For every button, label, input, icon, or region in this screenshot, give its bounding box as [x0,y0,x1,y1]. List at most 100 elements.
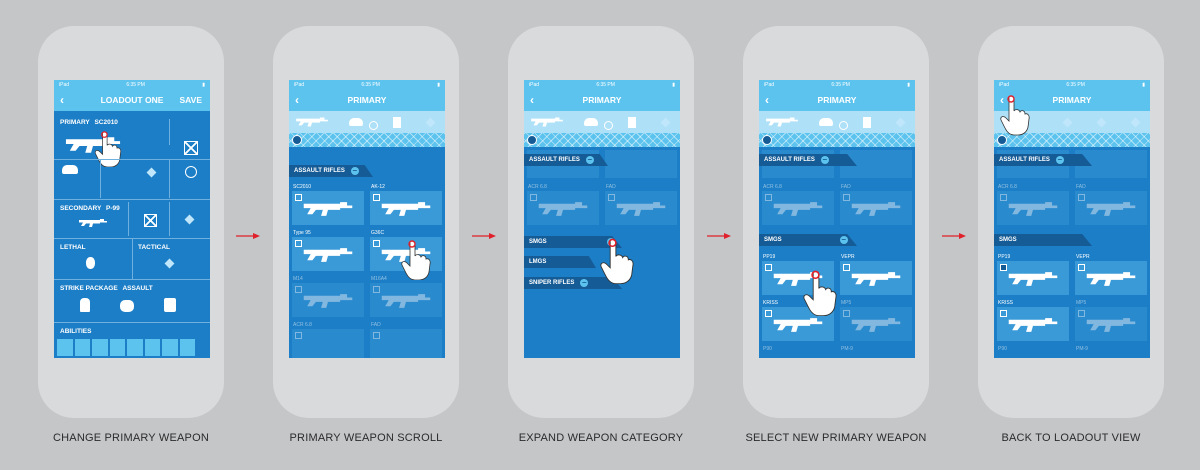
locked-weapon-card[interactable] [292,283,364,317]
crosshair-filter-icon[interactable] [604,121,613,130]
primary-section[interactable]: PRIMARY SC2010 [54,111,210,200]
locked-weapon-card[interactable] [840,191,912,225]
category-header[interactable]: ASSAULT RIFLES – [524,154,608,166]
weapon-label: Type 95 [293,230,311,236]
locked-weapon-card[interactable] [1075,191,1147,225]
grenade-icon[interactable] [86,257,95,269]
weapon-card[interactable] [1075,261,1147,295]
caption-1: CHANGE PRIMARY WEAPON [53,432,209,444]
locked-weapon-card[interactable] [762,191,834,225]
ability-slots [57,339,195,356]
weapon-card[interactable] [840,261,912,295]
expand-icon[interactable]: – [580,279,589,287]
ability-slot[interactable] [74,339,90,356]
locked-weapon-card[interactable] [605,150,677,178]
crosshair-icon[interactable] [185,166,197,178]
sight-filter-icon[interactable] [584,118,598,126]
back-arrow-icon[interactable]: ‹ [295,93,299,107]
battery-icon: ▮ [437,81,440,88]
category-header[interactable]: ASSAULT RIFLES – [994,154,1092,166]
ability-slot[interactable] [92,339,108,356]
carrier-label: iPad [294,81,305,88]
collapse-icon[interactable]: – [1055,156,1064,164]
back-arrow-icon[interactable]: ‹ [530,93,534,107]
weapon-filter-icon[interactable] [295,115,329,129]
battery-icon: ▮ [202,81,205,88]
locked-weapon-card[interactable] [840,307,912,341]
weapon-card[interactable] [370,191,442,225]
weapon-label: PM-9 [1076,346,1088,352]
secondary-weapon-icon[interactable] [78,214,108,232]
none-icon[interactable] [527,135,537,145]
ability-slot[interactable] [162,339,178,356]
collapse-icon[interactable]: – [350,167,359,175]
tap-hand-icon [1000,94,1030,136]
locked-weapon-card[interactable] [997,191,1069,225]
tap-hand-icon [600,238,634,284]
attachment-slot-icon[interactable] [184,141,198,155]
crosshair-filter-icon[interactable] [839,121,848,130]
weapon-label: KRISS [763,300,779,306]
none-icon[interactable] [292,135,302,145]
collapse-icon[interactable]: – [820,156,829,164]
ability-slot[interactable] [179,339,195,356]
locked-weapon-card[interactable] [527,191,599,225]
sight-filter-icon[interactable] [349,118,363,126]
weapon-filter-icon[interactable] [765,115,799,129]
weapon-label: FAD [606,184,616,190]
grip-filter-icon[interactable] [393,117,401,128]
category-label: ASSAULT RIFLES [999,157,1050,163]
weapon-card[interactable] [997,307,1069,341]
category-header[interactable]: ASSAULT RIFLES – [289,165,373,177]
category-header[interactable]: ASSAULT RIFLES – [759,154,857,166]
locked-weapon-card[interactable] [605,191,677,225]
time-label: 6:35 PM [831,81,850,88]
soldier-icon[interactable] [80,298,90,312]
category-header-smgs[interactable]: SMGS – [759,234,857,246]
weapon-label: KRISS [998,300,1014,306]
none-icon[interactable] [997,135,1007,145]
ability-slot[interactable] [57,339,73,356]
dog-icon[interactable] [120,300,134,312]
battery-icon: ▮ [907,81,910,88]
crosshair-filter-icon[interactable] [369,121,378,130]
sight-filter-icon[interactable] [819,118,833,126]
arrow-right-icon [472,233,496,239]
tactical-diamond-icon[interactable] [164,258,175,269]
back-arrow-icon[interactable]: ‹ [60,93,64,107]
none-icon[interactable] [762,135,772,145]
collapse-icon[interactable]: – [839,236,848,244]
sight-icon[interactable] [62,165,78,174]
weapon-filter-icon[interactable] [530,115,564,129]
ability-slot[interactable] [144,339,160,356]
weapon-label: PP19 [763,254,776,260]
weapon-label: ACR 6.8 [528,184,547,190]
category-header-smgs[interactable]: SMGS [994,234,1092,246]
locked-weapon-card[interactable] [292,329,364,358]
grip-filter-icon[interactable] [863,117,871,128]
weapon-card[interactable] [292,191,364,225]
locked-weapon-card[interactable] [370,329,442,358]
ability-slot[interactable] [109,339,125,356]
back-arrow-icon[interactable]: ‹ [765,93,769,107]
ability-slot[interactable] [127,339,143,356]
weapon-label: AK-12 [371,184,385,190]
attachment-diamond-icon[interactable] [146,167,157,178]
secondary-attachment-icon[interactable] [144,214,157,227]
secondary-diamond-icon[interactable] [184,214,195,225]
caption-5: BACK TO LOADOUT VIEW [1001,432,1141,444]
collapse-icon[interactable]: – [585,156,594,164]
strike-package-section[interactable]: STRIKE PACKAGE ASSAULT [54,280,210,323]
grip-filter-icon[interactable] [628,117,636,128]
weapon-card-selected[interactable] [997,261,1069,295]
secondary-section[interactable]: SECONDARY P-99 [54,200,210,239]
locked-weapon-card[interactable] [1075,307,1147,341]
strike-value: ASSAULT [122,285,153,292]
category-label: SMGS [764,237,782,243]
airstrike-icon[interactable] [164,298,176,312]
category-header-lmgs[interactable]: LMGS [524,256,596,268]
save-button[interactable]: SAVE [179,95,202,105]
battery-icon: ▮ [672,81,675,88]
locked-weapon-card[interactable] [370,283,442,317]
weapon-card[interactable] [292,237,364,271]
